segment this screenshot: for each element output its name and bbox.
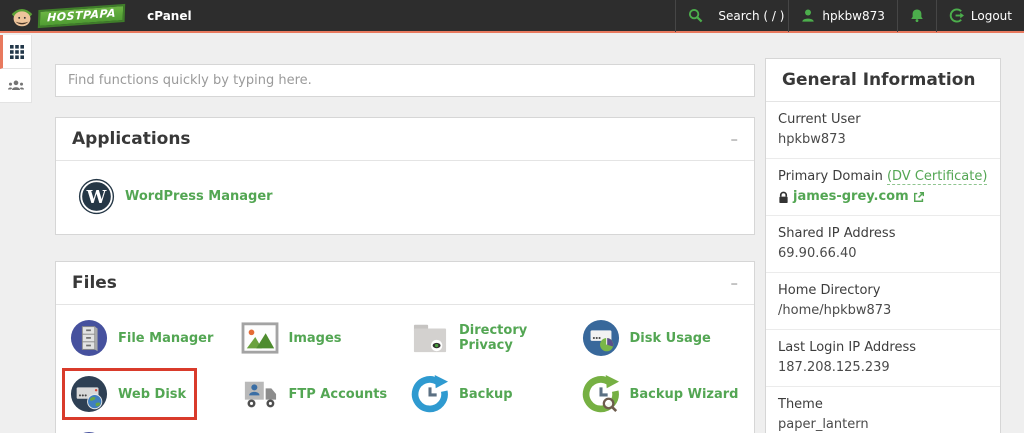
backup-icon (411, 375, 449, 413)
main-content: Applications – W WordPress Manager Files… (55, 35, 755, 433)
function-item-images[interactable]: Images (235, 319, 406, 357)
function-label: FTP Accounts (289, 387, 388, 402)
info-label: Home Directory (778, 281, 988, 301)
images-icon (241, 321, 279, 355)
dv-certificate-link[interactable]: (DV Certificate) (887, 169, 987, 185)
function-item-directory-privacy[interactable]: Directory Privacy (405, 319, 576, 357)
applications-title: Applications (72, 129, 191, 149)
sidebar-item-users[interactable] (0, 69, 32, 103)
left-sidebar (0, 35, 32, 103)
info-label: Shared IP Address (778, 224, 988, 244)
function-item-disk-usage[interactable]: Disk Usage (576, 319, 747, 357)
files-section: Files – File Manager (55, 261, 755, 433)
right-sidebar: General Information Current User hpkbw87… (765, 35, 1001, 433)
collapse-icon[interactable]: – (731, 276, 739, 291)
topbar-notifications[interactable] (897, 0, 936, 32)
user-icon (801, 8, 815, 23)
info-label: Primary Domain (778, 169, 883, 184)
ftp-accounts-icon (241, 377, 279, 411)
applications-section: Applications – W WordPress Manager (55, 117, 755, 235)
general-information-panel: General Information Current User hpkbw87… (765, 58, 1001, 433)
function-label: File Manager (118, 331, 213, 346)
files-title: Files (72, 273, 117, 293)
bell-icon (910, 8, 924, 23)
info-value: hpkbw873 (778, 130, 988, 150)
topbar-search[interactable]: Search ( / ) (675, 0, 788, 32)
function-label: Directory Privacy (459, 323, 576, 353)
info-row-last-login-ip: Last Login IP Address 187.208.125.239 (766, 330, 1000, 387)
info-value: /home/hpkbw873 (778, 301, 988, 321)
hostpapa-logo[interactable]: HOSTPAPA (8, 3, 125, 29)
info-value: paper_lantern (778, 415, 988, 433)
disk-usage-icon (582, 319, 620, 357)
general-information-title: General Information (782, 70, 976, 90)
function-label: Backup (459, 387, 513, 402)
collapse-icon[interactable]: – (731, 132, 739, 147)
info-label: Theme (778, 395, 988, 415)
function-label: Backup Wizard (630, 387, 739, 402)
function-label: Web Disk (118, 387, 186, 402)
function-label: Disk Usage (630, 331, 711, 346)
info-label: Current User (778, 110, 988, 130)
function-item-web-disk[interactable]: Web Disk (62, 368, 197, 420)
cpanel-label: cPanel (147, 9, 191, 23)
logout-icon (949, 8, 964, 23)
function-item-backup[interactable]: Backup (405, 375, 576, 413)
topbar-actions: Search ( / ) hpkbw873 Logout (675, 0, 1024, 32)
topbar-username: hpkbw873 (822, 9, 885, 23)
wordpress-icon: W (78, 178, 115, 215)
function-label: Images (289, 331, 342, 346)
hostpapa-wordmark: HOSTPAPA (38, 3, 126, 27)
quickfind-input[interactable] (55, 64, 755, 97)
user-group-icon (8, 79, 24, 92)
info-value: 69.90.66.40 (778, 244, 988, 264)
function-item-ftp-accounts[interactable]: FTP Accounts (235, 375, 406, 413)
info-row-current-user: Current User hpkbw873 (766, 102, 1000, 159)
topbar: HOSTPAPA cPanel Search ( / ) hpkbw873 L (0, 0, 1024, 33)
function-label: WordPress Manager (125, 189, 273, 204)
function-item-wordpress-manager[interactable]: W WordPress Manager (72, 178, 738, 215)
function-item-backup-wizard[interactable]: Backup Wizard (576, 375, 747, 413)
lock-icon (778, 191, 789, 204)
topbar-user-menu[interactable]: hpkbw873 (788, 0, 897, 32)
function-item-file-manager[interactable]: File Manager (64, 319, 235, 357)
file-manager-icon (70, 319, 108, 357)
web-disk-icon (70, 375, 108, 413)
external-link-icon[interactable] (913, 191, 925, 203)
svg-text:W: W (86, 188, 107, 208)
topbar-search-label: Search ( / ) (718, 9, 784, 23)
directory-privacy-icon (411, 321, 449, 355)
grid-icon (10, 45, 24, 59)
info-row-shared-ip: Shared IP Address 69.90.66.40 (766, 216, 1000, 273)
topbar-logout[interactable]: Logout (936, 0, 1024, 32)
search-icon (688, 8, 703, 23)
info-value: 187.208.125.239 (778, 358, 988, 378)
info-row-primary-domain: Primary Domain (DV Certificate) james-gr… (766, 159, 1000, 216)
sidebar-item-home[interactable] (0, 35, 32, 69)
backup-wizard-icon (582, 375, 620, 413)
info-label: Last Login IP Address (778, 338, 988, 358)
hostpapa-mascot-icon (8, 3, 36, 29)
info-row-theme: Theme paper_lantern (766, 387, 1000, 433)
primary-domain-link[interactable]: james-grey.com (793, 187, 909, 207)
info-row-home-directory: Home Directory /home/hpkbw873 (766, 273, 1000, 330)
topbar-logout-label: Logout (971, 9, 1012, 23)
